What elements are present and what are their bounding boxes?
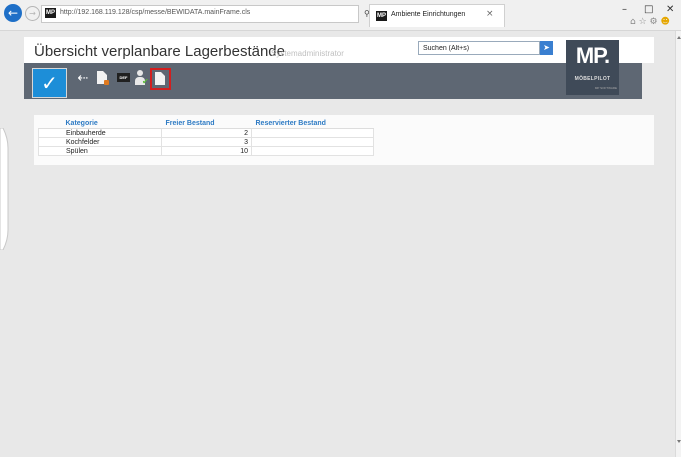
- page-title: Übersicht verplanbare Lagerbestände: [34, 43, 285, 60]
- back-arrow-icon[interactable]: ←: [4, 4, 22, 22]
- tab-favicon-icon: MP: [376, 11, 387, 21]
- user-check-icon[interactable]: ✔: [134, 70, 149, 86]
- maximize-icon[interactable]: □: [644, 4, 653, 15]
- print-document-button[interactable]: [150, 68, 171, 90]
- inventory-table: Kategorie Freier Bestand Reservierter Be…: [38, 119, 374, 156]
- side-tab-shape: [0, 128, 9, 250]
- url-text[interactable]: http://192.168.119.128/csp/messe/BEWIDAT…: [60, 9, 250, 16]
- feedback-smiley-icon[interactable]: ☻: [660, 17, 669, 27]
- cell-reservierter-bestand[interactable]: [251, 128, 374, 138]
- table-row[interactable]: Einbauherde 2: [38, 128, 374, 138]
- back-icon[interactable]: ⇠: [77, 71, 89, 86]
- document-delete-icon[interactable]: [97, 71, 109, 85]
- logo-name: MÖBELPILOT: [574, 76, 611, 82]
- address-bar[interactable]: MP http://192.168.119.128/csp/messe/BEWI…: [41, 5, 386, 23]
- search-button[interactable]: ➤: [540, 41, 553, 55]
- checkmark-icon: ✓: [41, 71, 58, 95]
- scroll-up-arrow-icon[interactable]: [677, 36, 681, 39]
- def-icon[interactable]: DEF: [117, 73, 130, 82]
- cell-kategorie[interactable]: Einbauherde: [38, 128, 162, 138]
- forward-arrow-icon[interactable]: →: [25, 6, 40, 21]
- cell-freier-bestand[interactable]: 3: [161, 137, 252, 147]
- logo-mark: MP.: [575, 43, 610, 68]
- toolbar: ✓ ⇠ DEF ✔: [24, 63, 642, 99]
- vertical-scrollbar[interactable]: [675, 31, 681, 457]
- cell-reservierter-bestand[interactable]: [251, 137, 374, 147]
- document-fold: [161, 72, 165, 76]
- user-head: [137, 70, 143, 76]
- minimize-icon[interactable]: –: [622, 4, 627, 15]
- search-input[interactable]: [418, 41, 540, 55]
- side-panel-toggle[interactable]: [0, 128, 10, 250]
- small-check-icon: ✔: [142, 77, 149, 86]
- logo-subtitle: MP SOFTWARE: [594, 86, 617, 90]
- table-row[interactable]: Kochfelder 3: [38, 137, 374, 147]
- search-go-icon: ➤: [543, 43, 550, 52]
- inventory-grid-panel: Kategorie Freier Bestand Reservierter Be…: [34, 115, 654, 165]
- close-window-icon[interactable]: ✕: [666, 4, 674, 15]
- cell-freier-bestand[interactable]: 10: [161, 146, 252, 156]
- browser-toolbar-icons[interactable]: ⌂ ☆ ⚙ ☻: [630, 17, 670, 27]
- cell-kategorie[interactable]: Kochfelder: [38, 137, 162, 147]
- column-header-reservierter-bestand[interactable]: Reservierter Bestand: [251, 119, 374, 129]
- app-header: Übersicht verplanbare Lagerbestände Syst…: [24, 37, 654, 63]
- tab-title: Ambiente Einrichtungen: [391, 11, 466, 18]
- table-row[interactable]: Spülen 10: [38, 146, 374, 156]
- confirm-button[interactable]: ✓: [32, 68, 67, 98]
- cell-kategorie[interactable]: Spülen: [38, 146, 162, 156]
- column-header-kategorie[interactable]: Kategorie: [38, 119, 162, 129]
- site-favicon-icon: MP: [45, 8, 56, 18]
- tab-ambiente-einrichtungen[interactable]: MP Ambiente Einrichtungen ×: [369, 4, 505, 27]
- scroll-down-arrow-icon[interactable]: [677, 440, 681, 443]
- mp-logo: MP. MÖBELPILOT MP SOFTWARE: [566, 40, 619, 95]
- column-header-freier-bestand[interactable]: Freier Bestand: [161, 119, 252, 129]
- table-header-row: Kategorie Freier Bestand Reservierter Be…: [38, 119, 374, 129]
- user-role: Systemadministrator: [271, 49, 344, 58]
- tab-close-icon[interactable]: ×: [486, 9, 494, 19]
- document-badge: [104, 80, 109, 85]
- browser-chrome: ← → MP http://192.168.119.128/csp/messe/…: [0, 0, 681, 31]
- cell-freier-bestand[interactable]: 2: [161, 128, 252, 138]
- print-document-icon: [155, 72, 165, 85]
- cell-reservierter-bestand[interactable]: [251, 146, 374, 156]
- document-fold: [103, 71, 107, 75]
